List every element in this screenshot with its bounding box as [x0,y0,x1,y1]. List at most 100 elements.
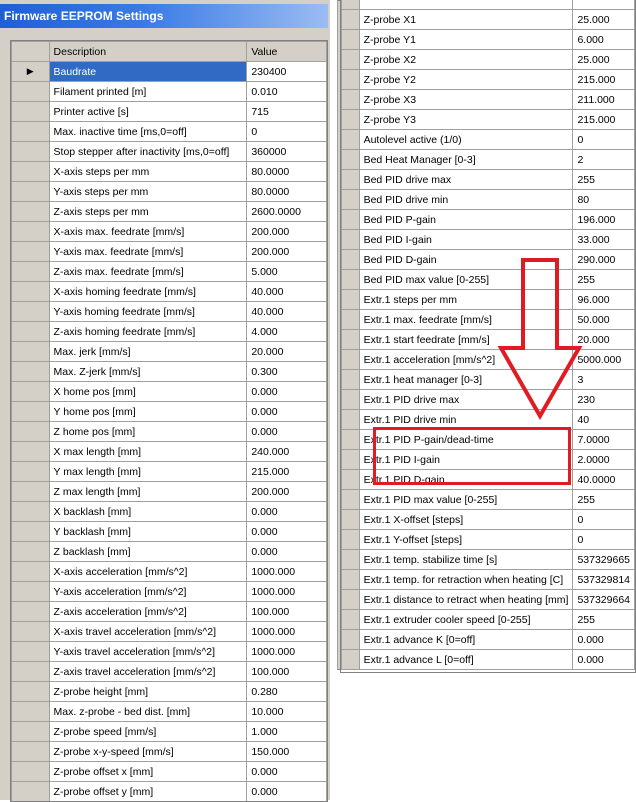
row-selector[interactable] [341,149,360,170]
setting-value-cell[interactable]: 0.000 [572,649,635,670]
row-selector[interactable] [341,449,360,470]
settings-right-row[interactable]: Extr.1 PID I-gain 2.0000 [341,449,635,470]
setting-value-cell[interactable]: 4.000 [246,321,327,342]
setting-value-cell[interactable]: 0.010 [246,81,327,102]
row-selector[interactable] [11,701,50,722]
row-selector[interactable] [11,761,50,782]
settings-left-row[interactable]: Y max length [mm] 215.000 [11,461,327,482]
settings-right-row[interactable]: Extr.1 temp. for retraction when heating… [341,569,635,590]
settings-left-row[interactable]: Z home pos [mm] 0.000 [11,421,327,442]
settings-left-row[interactable]: Y home pos [mm] 0.000 [11,401,327,422]
row-selector[interactable] [11,681,50,702]
row-selector[interactable] [11,261,50,282]
column-header-description[interactable]: Description [48,41,248,62]
setting-value-cell[interactable]: 255 [572,169,635,190]
row-selector[interactable] [11,81,50,102]
row-selector[interactable] [11,561,50,582]
row-selector[interactable] [11,301,50,322]
row-selector[interactable] [11,661,50,682]
settings-left-row[interactable]: X-axis travel acceleration [mm/s^2] 1000.… [11,621,327,642]
settings-right-row[interactable]: Extr.1 heat manager [0-3] 3 [341,369,635,390]
row-selector[interactable] [341,89,360,110]
settings-left-row[interactable]: Y-axis max. feedrate [mm/s] 200.000 [11,241,327,262]
row-selector[interactable] [11,721,50,742]
row-selector[interactable] [341,509,360,530]
setting-value-cell[interactable]: 215.000 [246,461,327,482]
row-selector[interactable] [11,461,50,482]
settings-left-row[interactable]: X backlash [mm] 0.000 [11,501,327,522]
row-selector[interactable] [11,101,50,122]
row-selector[interactable] [11,741,50,762]
settings-right-row[interactable]: Extr.1 distance to retract when heating … [341,589,635,610]
setting-value-cell[interactable]: 255 [572,489,635,510]
settings-right-row[interactable]: Z-probe X1 25.000 [341,9,635,30]
row-selector[interactable] [341,329,360,350]
row-selector[interactable] [11,781,50,801]
row-selector[interactable] [341,109,360,130]
setting-value-cell[interactable]: 40.000 [246,301,327,322]
row-selector[interactable] [341,49,360,70]
settings-right-row[interactable]: Bed Heat Manager [0-3] 2 [341,149,635,170]
row-selector[interactable] [11,401,50,422]
settings-left-row[interactable]: Z-probe offset x [mm] 0.000 [11,761,327,782]
settings-right-row[interactable]: Extr.1 Y-offset [steps] 0 [341,529,635,550]
settings-left-row[interactable]: X max length [mm] 240.000 [11,441,327,462]
setting-value-cell[interactable]: 40.000 [246,281,327,302]
settings-left-row[interactable]: Z-axis acceleration [mm/s^2] 100.000 [11,601,327,622]
row-selector[interactable] [341,409,360,430]
settings-left-row[interactable]: Filament printed [m] 0.010 [11,81,327,102]
setting-value-cell[interactable]: 20.000 [246,341,327,362]
setting-value-cell[interactable]: 0.000 [572,629,635,650]
settings-right-row[interactable]: Z-probe X2 25.000 [341,49,635,70]
setting-value-cell[interactable]: 200.000 [246,481,327,502]
row-selector[interactable] [341,269,360,290]
settings-right-row[interactable]: Z-probe Y1 6.000 [341,29,635,50]
settings-grid-right[interactable]: Z-probe X1 25.000 Z-probe Y1 6.000 Z-probe X… [340,0,636,673]
setting-value-cell[interactable]: 0.000 [246,501,327,522]
settings-left-row[interactable]: Z backlash [mm] 0.000 [11,541,327,562]
setting-value-cell[interactable]: 2.0000 [572,449,635,470]
setting-value-cell[interactable]: 1000.000 [246,621,327,642]
row-selector[interactable] [11,381,50,402]
settings-left-row[interactable]: ▶ Baudrate 230400 [11,61,327,82]
setting-value-cell[interactable]: 215.000 [572,109,635,130]
row-selector[interactable] [11,521,50,542]
setting-value-cell[interactable]: 0.000 [246,421,327,442]
settings-left-row[interactable]: Y-axis homing feedrate [mm/s] 40.000 [11,301,327,322]
settings-left-row[interactable]: Z-probe offset y [mm] 0.000 [11,781,327,801]
row-selector[interactable] [11,161,50,182]
setting-value-cell[interactable]: 1000.000 [246,641,327,662]
setting-value-cell[interactable]: 0 [246,121,327,142]
row-selector[interactable] [11,241,50,262]
settings-right-row[interactable]: Extr.1 advance K [0=off] 0.000 [341,629,635,650]
row-selector[interactable] [11,341,50,362]
setting-value-cell[interactable]: 2 [572,149,635,170]
settings-left-row[interactable]: Y backlash [mm] 0.000 [11,521,327,542]
row-selector[interactable] [341,649,360,670]
settings-right-row[interactable]: Extr.1 max. feedrate [mm/s] 50.000 [341,309,635,330]
row-selector[interactable] [341,249,360,270]
settings-left-row[interactable]: Z max length [mm] 200.000 [11,481,327,502]
row-selector[interactable] [341,189,360,210]
row-selector[interactable] [341,29,360,50]
settings-left-row[interactable]: X-axis homing feedrate [mm/s] 40.000 [11,281,327,302]
row-selector[interactable] [341,389,360,410]
row-selector[interactable] [11,141,50,162]
setting-value-cell[interactable]: 240.000 [246,441,327,462]
settings-right-row[interactable]: Extr.1 X-offset [steps] 0 [341,509,635,530]
settings-right-row[interactable]: Extr.1 PID P-gain/dead-time 7.0000 [341,429,635,450]
row-selector[interactable] [341,349,360,370]
row-selector[interactable] [11,321,50,342]
row-selector[interactable] [341,489,360,510]
settings-right-row[interactable]: Extr.1 extruder cooler speed [0-255] 255 [341,609,635,630]
setting-value-cell[interactable]: 40.0000 [572,469,635,490]
setting-value-cell[interactable]: 0.000 [246,541,327,562]
row-selector[interactable] [341,369,360,390]
settings-right-row[interactable]: Z-probe X3 211.000 [341,89,635,110]
setting-value-cell[interactable]: 5.000 [246,261,327,282]
settings-right-row[interactable]: Extr.1 PID drive max 230 [341,389,635,410]
setting-value-cell[interactable]: 100.000 [246,601,327,622]
settings-right-row[interactable]: Extr.1 advance L [0=off] 0.000 [341,649,635,670]
current-row-indicator-icon[interactable]: ▶ [11,61,50,82]
row-selector[interactable] [11,621,50,642]
